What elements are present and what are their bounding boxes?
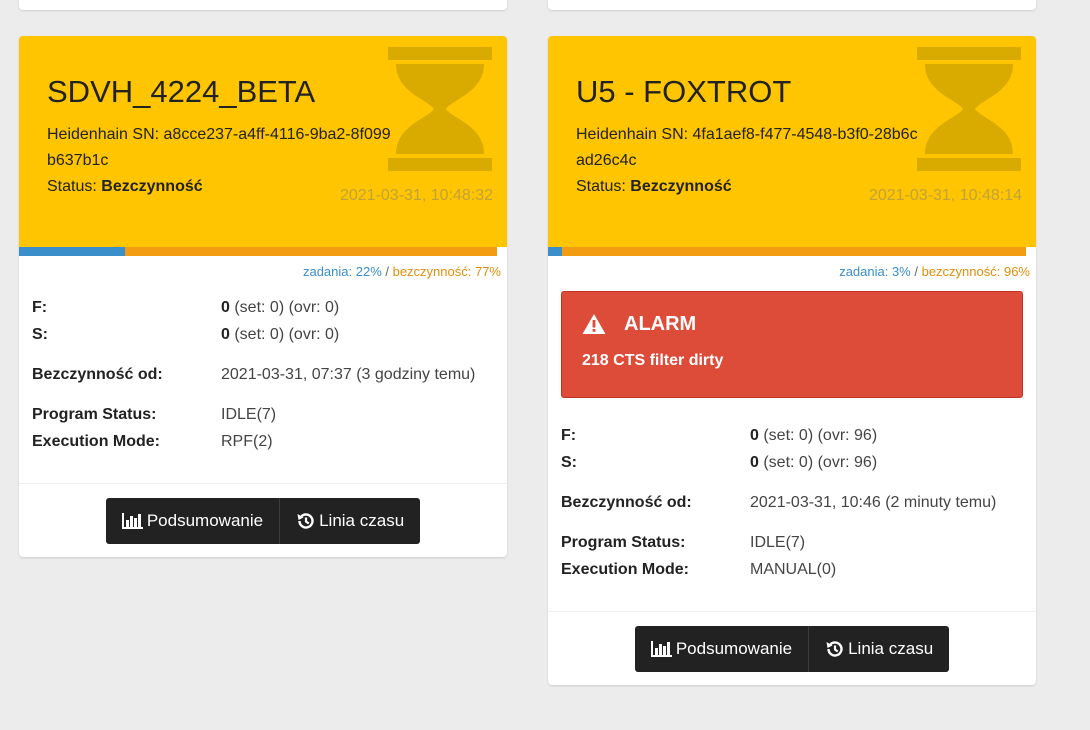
f-count: 0 — [221, 299, 230, 316]
previous-card-bottom — [19, 0, 507, 10]
detail-row-f: F: 0 (set: 0) (ovr: 96) — [561, 422, 1023, 449]
idle-since-value: 2021-03-31, 10:46 (2 minuty temu) — [750, 494, 997, 511]
program-status-value: IDLE(7) — [221, 406, 277, 423]
status-label: Status: — [576, 178, 626, 195]
legend-idle: bezczynność: 77% — [392, 264, 501, 279]
machine-details: ALARM 218 CTS filter dirty F: 0 (set: 0)… — [548, 280, 1036, 611]
timeline-button-label: Linia czasu — [848, 638, 934, 658]
s-detail: (set: 0) (ovr: 96) — [758, 454, 878, 471]
timestamp: 2021-03-31, 10:48:14 — [868, 187, 1022, 204]
card-footer: Podsumowanie Linia czasu — [548, 611, 1036, 685]
f-count: 0 — [750, 427, 759, 444]
s-label: S: — [561, 454, 577, 471]
card-footer: Podsumowanie Linia czasu — [19, 483, 507, 557]
history-icon — [297, 512, 314, 529]
execution-mode-label: Execution Mode: — [561, 561, 690, 578]
program-status-label: Program Status: — [32, 406, 157, 423]
s-value: 0 (set: 0) (ovr: 0) — [221, 321, 339, 348]
timestamp: 2021-03-31, 10:48:32 — [339, 187, 493, 204]
detail-row-execution-mode: Execution Mode: MANUAL(0) — [561, 556, 1023, 583]
s-count: 0 — [750, 454, 759, 471]
program-status-label: Program Status: — [561, 534, 686, 551]
alarm-title: ALARM — [624, 313, 697, 335]
history-icon — [826, 640, 843, 657]
machine-card-header: SDVH_4224_BETA Heidenhain SN: a8cce237-a… — [19, 36, 507, 247]
execution-mode-value: MANUAL(0) — [750, 561, 837, 578]
bar-chart-icon — [650, 640, 672, 657]
machine-card: SDVH_4224_BETA Heidenhain SN: a8cce237-a… — [19, 36, 507, 557]
machine-name: SDVH_4224_BETA — [47, 74, 316, 109]
timeline-button[interactable]: Linia czasu — [279, 497, 420, 544]
idle-segment — [125, 247, 498, 256]
status-label: Status: — [47, 178, 97, 195]
card-actions: Podsumowanie Linia czasu — [634, 625, 950, 672]
detail-row-s: S: 0 (set: 0) (ovr: 96) — [561, 449, 1023, 476]
alarm-message: 218 CTS filter dirty — [582, 352, 724, 369]
detail-row-execution-mode: Execution Mode: RPF(2) — [32, 428, 494, 455]
legend-idle: bezczynność: 96% — [921, 264, 1030, 279]
legend-separator: / — [381, 264, 393, 279]
timeline-button-label: Linia czasu — [319, 510, 405, 530]
summary-button-label: Podsumowanie — [146, 510, 264, 530]
legend-separator: / — [910, 264, 922, 279]
summary-button[interactable]: Podsumowanie — [106, 498, 279, 544]
status-value: Bezczynność — [630, 178, 732, 195]
alarm-box: ALARM 218 CTS filter dirty — [561, 291, 1023, 398]
detail-row-s: S: 0 (set: 0) (ovr: 0) — [32, 321, 494, 348]
busy-segment — [19, 247, 126, 256]
detail-row-idle-since: Bezczynność od: 2021-03-31, 07:37 (3 god… — [32, 361, 494, 388]
machine-details: F: 0 (set: 0) (ovr: 0) S: 0 (set: 0) (ov… — [19, 280, 507, 483]
alarm-header: ALARM — [582, 310, 1002, 338]
machine-card: U5 - FOXTROT Heidenhain SN: 4fa1aef8-f47… — [548, 36, 1036, 685]
s-count: 0 — [221, 326, 230, 343]
serial-number: Heidenhain SN: a8cce237-a4ff-4116-9ba2-8… — [47, 126, 391, 169]
f-detail: (set: 0) (ovr: 0) — [229, 299, 340, 316]
f-value: 0 (set: 0) (ovr: 0) — [221, 294, 339, 321]
machine-name: U5 - FOXTROT — [576, 74, 792, 109]
status-value: Bezczynność — [101, 178, 203, 195]
s-value: 0 (set: 0) (ovr: 96) — [750, 449, 877, 476]
utilization-bar — [548, 247, 1031, 256]
execution-mode-label: Execution Mode: — [32, 433, 161, 450]
f-label: F: — [561, 427, 577, 444]
idle-segment — [562, 247, 1027, 256]
timeline-button[interactable]: Linia czasu — [808, 625, 949, 672]
utilization-legend: zadania: 22% / bezczynność: 77% — [19, 256, 507, 280]
f-detail: (set: 0) (ovr: 96) — [758, 427, 878, 444]
detail-row-f: F: 0 (set: 0) (ovr: 0) — [32, 294, 494, 321]
program-status-value: IDLE(7) — [750, 534, 806, 551]
s-detail: (set: 0) (ovr: 0) — [229, 326, 340, 343]
detail-row-idle-since: Bezczynność od: 2021-03-31, 10:46 (2 min… — [561, 489, 1023, 516]
serial-number: Heidenhain SN: 4fa1aef8-f477-4548-b3f0-2… — [576, 126, 918, 169]
legend-busy: zadania: 3% — [839, 264, 911, 279]
idle-since-value: 2021-03-31, 07:37 (3 godziny temu) — [221, 366, 476, 383]
previous-card-bottom — [548, 0, 1036, 10]
f-value: 0 (set: 0) (ovr: 96) — [750, 422, 877, 449]
busy-segment — [548, 247, 563, 256]
machine-card-header: U5 - FOXTROT Heidenhain SN: 4fa1aef8-f47… — [548, 36, 1036, 247]
execution-mode-value: RPF(2) — [221, 433, 273, 450]
utilization-bar — [19, 247, 502, 256]
idle-since-label: Bezczynność od: — [561, 494, 692, 511]
idle-since-label: Bezczynność od: — [32, 366, 163, 383]
legend-busy: zadania: 22% — [302, 264, 382, 279]
detail-row-program-status: Program Status: IDLE(7) — [32, 401, 494, 428]
bar-chart-icon — [121, 512, 143, 529]
detail-row-program-status: Program Status: IDLE(7) — [561, 529, 1023, 556]
card-actions: Podsumowanie Linia czasu — [105, 497, 421, 544]
summary-button-label: Podsumowanie — [675, 638, 793, 658]
summary-button[interactable]: Podsumowanie — [635, 626, 808, 672]
warning-icon — [582, 314, 606, 334]
s-label: S: — [32, 326, 48, 343]
utilization-legend: zadania: 3% / bezczynność: 96% — [548, 256, 1036, 280]
f-label: F: — [32, 299, 48, 316]
